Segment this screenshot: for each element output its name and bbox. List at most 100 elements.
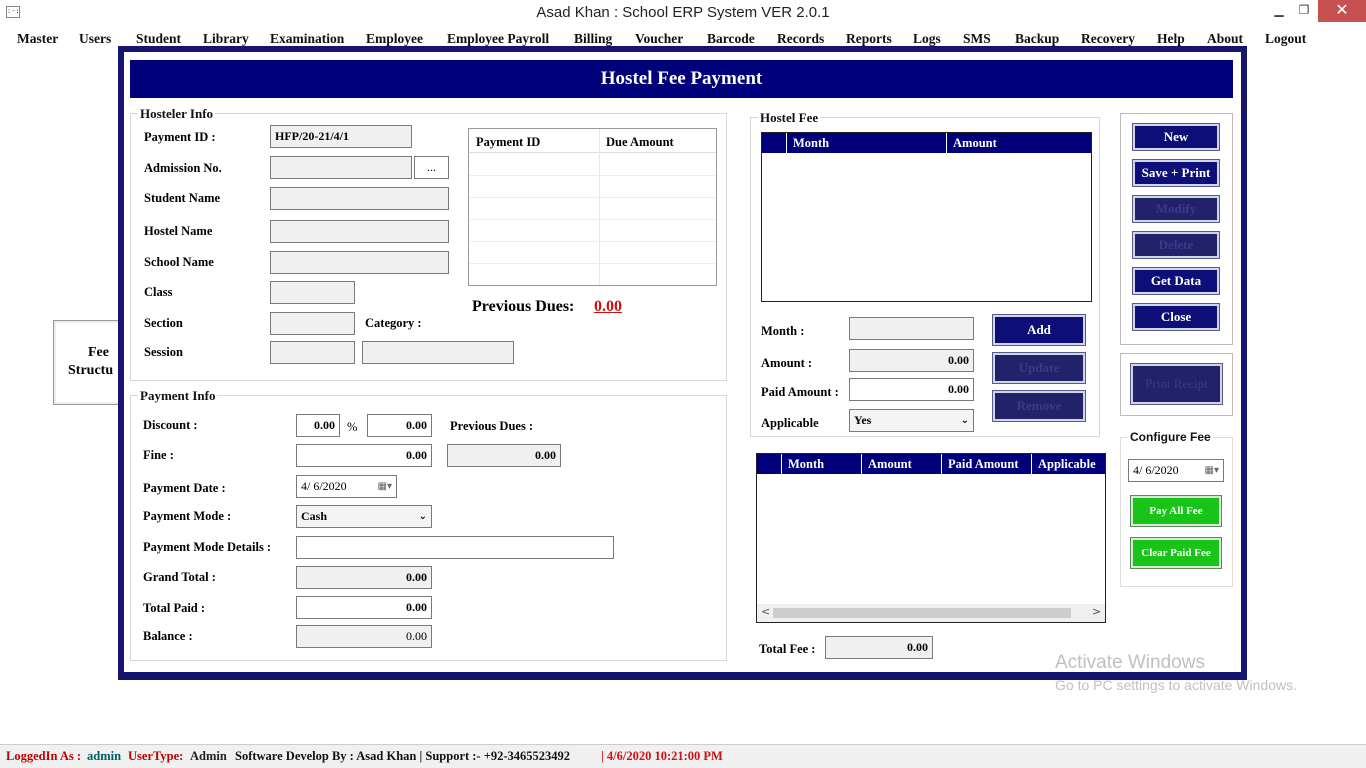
menu-employee-payroll[interactable]: Employee Payroll: [447, 31, 549, 47]
school-name-field[interactable]: [270, 251, 449, 274]
horizontal-scrollbar[interactable]: < >: [757, 604, 1105, 622]
grand-total-field[interactable]: 0.00: [296, 566, 432, 589]
fee-structure-label-2: Structu: [68, 363, 114, 378]
close-button[interactable]: Close: [1132, 303, 1220, 331]
grand-total-label: Grand Total :: [143, 570, 216, 584]
total-fee-field[interactable]: 0.00: [825, 636, 933, 659]
menu-reports[interactable]: Reports: [846, 31, 892, 47]
status-bar: LoggedIn As : admin UserType: Admin Soft…: [0, 744, 1366, 768]
pay-all-fee-button[interactable]: Pay All Fee: [1130, 495, 1222, 527]
dues-grid-col-payment-id[interactable]: Payment ID: [476, 135, 540, 150]
menu-billing[interactable]: Billing: [574, 31, 612, 47]
section-field[interactable]: [270, 312, 355, 335]
menu-employee[interactable]: Employee: [366, 31, 423, 47]
payment-date-label: Payment Date :: [143, 481, 226, 495]
previous-dues-amount[interactable]: 0.00: [594, 298, 622, 316]
menu-master[interactable]: Master: [17, 31, 58, 47]
fee-details-col-applicable[interactable]: Applicable: [1032, 454, 1105, 474]
hosteler-info-legend: Hosteler Info: [138, 106, 216, 122]
discount-percent-input[interactable]: 0.00: [367, 414, 432, 437]
get-data-button[interactable]: Get Data: [1132, 267, 1220, 295]
menu-help[interactable]: Help: [1157, 31, 1185, 47]
amount-label: Amount :: [761, 356, 813, 370]
calendar-icon[interactable]: ▦▾: [378, 476, 392, 497]
hostel-name-label: Hostel Name: [144, 224, 213, 238]
hostel-fee-grid[interactable]: Month Amount: [761, 132, 1092, 302]
scroll-right-icon[interactable]: >: [1092, 605, 1101, 618]
remove-button[interactable]: Remove: [992, 390, 1086, 422]
month-field[interactable]: [849, 317, 974, 340]
menu-logs[interactable]: Logs: [913, 31, 941, 47]
menu-logout[interactable]: Logout: [1265, 31, 1306, 47]
applicable-select[interactable]: Yes ⌄: [849, 409, 974, 432]
new-button[interactable]: New: [1132, 123, 1220, 151]
menu-sms[interactable]: SMS: [963, 31, 991, 47]
menu-barcode[interactable]: Barcode: [707, 31, 755, 47]
menu-records[interactable]: Records: [777, 31, 824, 47]
fine-input[interactable]: 0.00: [296, 444, 432, 467]
amount-field[interactable]: 0.00: [849, 349, 974, 372]
print-receipt-button[interactable]: Print Recipt: [1130, 363, 1223, 405]
minimize-icon[interactable]: ▁: [1266, 0, 1292, 22]
chevron-down-icon[interactable]: ⌄: [961, 410, 969, 431]
menu-users[interactable]: Users: [79, 31, 111, 47]
modify-button[interactable]: Modify: [1132, 195, 1220, 223]
balance-field[interactable]: 0.00: [296, 625, 432, 648]
dues-grid[interactable]: Payment ID Due Amount: [468, 128, 717, 286]
restore-icon[interactable]: ❐: [1291, 0, 1317, 22]
menu-examination[interactable]: Examination: [270, 31, 344, 47]
previous-dues-field[interactable]: 0.00: [447, 444, 561, 467]
session-field[interactable]: [270, 341, 355, 364]
hostel-fee-col-month[interactable]: Month: [787, 133, 947, 153]
admission-browse-button[interactable]: ...: [414, 156, 449, 179]
class-field[interactable]: [270, 281, 355, 304]
paid-amount-input[interactable]: 0.00: [849, 378, 974, 401]
fee-details-grid[interactable]: Month Amount Paid Amount Applicable < >: [756, 453, 1106, 623]
menu-student[interactable]: Student: [136, 31, 181, 47]
calendar-icon[interactable]: ▦▾: [1205, 460, 1219, 481]
hostel-fee-col-amount[interactable]: Amount: [947, 133, 1091, 153]
logged-in-value: admin: [87, 749, 122, 763]
payment-id-field[interactable]: HFP/20-21/4/1: [270, 125, 412, 148]
payment-date-picker[interactable]: 4/ 6/2020 ▦▾: [296, 475, 397, 498]
fee-details-col-paid-amount[interactable]: Paid Amount: [942, 454, 1032, 474]
discount-input[interactable]: 0.00: [296, 414, 340, 437]
configure-fee-group: Configure Fee 4/ 6/2020 ▦▾ Pay All Fee C…: [1120, 430, 1233, 587]
fee-details-col-month[interactable]: Month: [782, 454, 862, 474]
hostel-name-field[interactable]: [270, 220, 449, 243]
previous-dues-title: Previous Dues:: [472, 298, 575, 315]
menu-backup[interactable]: Backup: [1015, 31, 1059, 47]
class-label: Class: [144, 285, 173, 299]
menu-library[interactable]: Library: [203, 31, 249, 47]
developer-info: Software Develop By : Asad Khan | Suppor…: [235, 749, 571, 763]
menu-voucher[interactable]: Voucher: [635, 31, 683, 47]
payment-mode-select[interactable]: Cash ⌄: [296, 505, 432, 528]
configure-fee-date-picker[interactable]: 4/ 6/2020 ▦▾: [1128, 459, 1224, 482]
update-button[interactable]: Update: [992, 352, 1086, 384]
chevron-down-icon[interactable]: ⌄: [419, 506, 427, 527]
configure-fee-date-value: 4/ 6/2020: [1133, 463, 1179, 477]
payment-info-legend: Payment Info: [138, 388, 218, 404]
payment-date-value: 4/ 6/2020: [301, 479, 347, 493]
scroll-left-icon[interactable]: <: [761, 605, 770, 618]
payment-mode-details-input[interactable]: [296, 536, 614, 559]
admission-no-input[interactable]: [270, 156, 412, 179]
payment-mode-label: Payment Mode :: [143, 509, 232, 523]
applicable-value: Yes: [854, 413, 872, 427]
payment-id-label: Payment ID :: [144, 130, 216, 144]
delete-button[interactable]: Delete: [1132, 231, 1220, 259]
hostel-fee-group: Hostel Fee Month Amount Month : Amount :…: [750, 110, 1100, 437]
scrollbar-thumb[interactable]: [773, 608, 1071, 618]
total-paid-input[interactable]: 0.00: [296, 596, 432, 619]
school-name-label: School Name: [144, 255, 214, 269]
student-name-field[interactable]: [270, 187, 449, 210]
add-button[interactable]: Add: [992, 314, 1086, 346]
menu-recovery[interactable]: Recovery: [1081, 31, 1135, 47]
fee-details-col-amount[interactable]: Amount: [862, 454, 942, 474]
clear-paid-fee-button[interactable]: Clear Paid Fee: [1130, 537, 1222, 569]
dues-grid-col-due-amount[interactable]: Due Amount: [606, 135, 674, 150]
close-icon[interactable]: ✕: [1318, 0, 1366, 22]
category-field[interactable]: [362, 341, 514, 364]
menu-about[interactable]: About: [1207, 31, 1243, 47]
save-print-button[interactable]: Save + Print: [1132, 159, 1220, 187]
